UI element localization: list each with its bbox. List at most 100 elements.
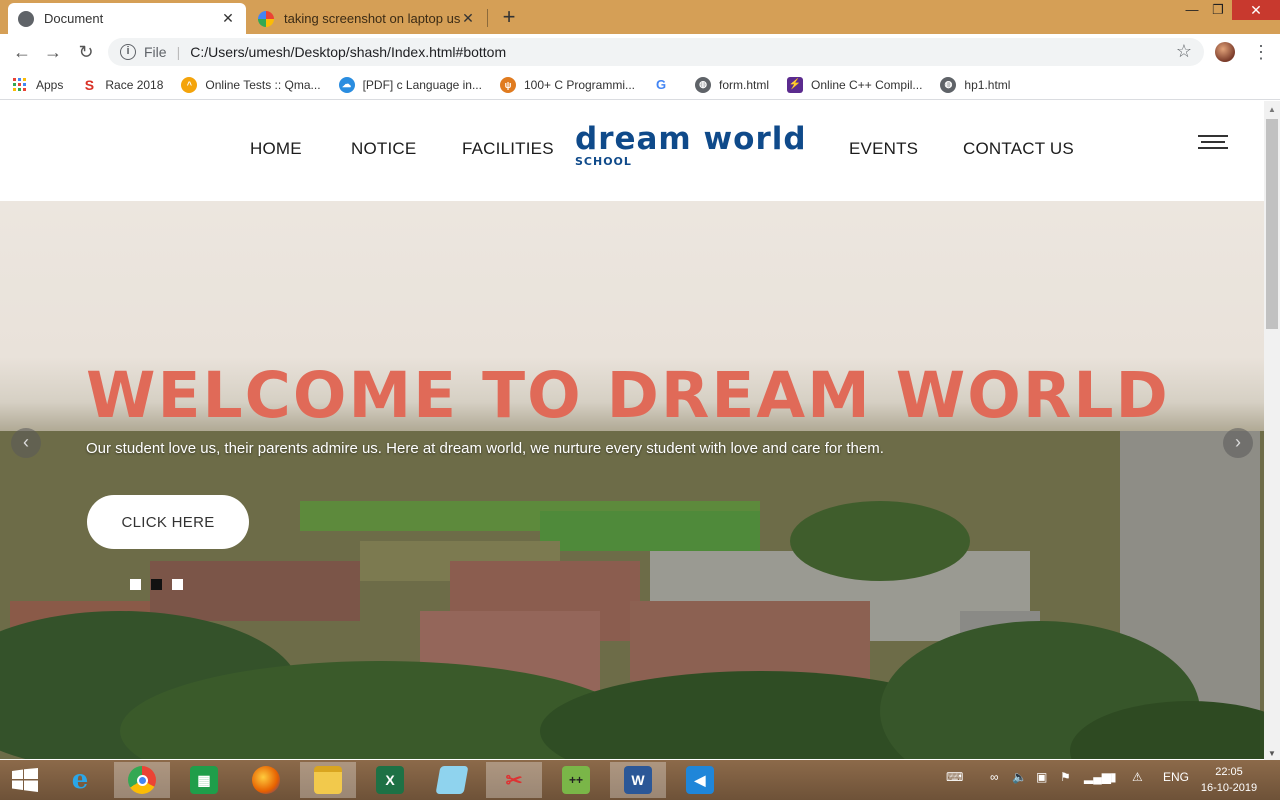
globe-icon: ◍ — [940, 76, 957, 93]
tab-separator — [487, 9, 488, 27]
taskbar-ie[interactable]: e — [52, 762, 108, 798]
click-here-button[interactable]: CLICK HERE — [87, 495, 249, 549]
slider-dot[interactable] — [130, 579, 141, 590]
windows-start-icon[interactable] — [12, 768, 38, 792]
bookmark-google[interactable]: G — [653, 77, 677, 93]
scroll-thumb[interactable] — [1266, 119, 1278, 329]
divider: | — [176, 44, 181, 60]
nav-facilities[interactable]: FACILITIES — [462, 139, 554, 159]
slider-next-icon[interactable]: › — [1223, 428, 1253, 458]
snipping-tool-icon: ✂ — [505, 769, 523, 792]
minimize-button[interactable]: — — [1178, 0, 1206, 22]
campus-aerial-image — [0, 431, 1264, 759]
nav-notice[interactable]: NOTICE — [351, 139, 416, 159]
new-tab-button[interactable]: + — [498, 5, 520, 29]
pdf-icon: ☁ — [338, 76, 355, 93]
taskbar-chrome[interactable] — [114, 762, 170, 798]
url-text[interactable]: C:/Users/umesh/Desktop/shash/Index.html#… — [190, 44, 506, 60]
tab-close-icon[interactable]: ✕ — [220, 10, 236, 27]
windows-taskbar: e ▦ X ✂ ++ W ◀ ⌨ ∞ 🔈 ▣ ⚑ ▂▄▆ ▮ ⚠ ENG 22:… — [0, 760, 1280, 800]
nav-home[interactable]: HOME — [250, 139, 302, 159]
system-clock[interactable]: 22:05 16-10-2019 — [1196, 764, 1262, 796]
taskbar-file-explorer[interactable] — [300, 762, 356, 798]
flag-icon[interactable]: ⚑ — [1060, 770, 1071, 784]
chrome-icon — [128, 766, 156, 794]
signal-icon[interactable]: ▂▄▆ — [1084, 770, 1111, 784]
battery-icon[interactable]: ▮ — [1110, 770, 1117, 784]
scroll-down-icon[interactable]: ▼ — [1268, 749, 1276, 758]
taskbar-code-editor[interactable]: ++ — [548, 762, 604, 798]
apps-grid-icon — [12, 77, 28, 93]
site-header: HOME NOTICE FACILITIES dream world SCHOO… — [0, 101, 1264, 201]
tab-screenshot-search[interactable]: taking screenshot on laptop usin ✕ — [248, 3, 486, 34]
c-programs-icon: ψ — [499, 76, 516, 93]
reload-icon[interactable]: ↻ — [73, 40, 99, 64]
tab-close-icon[interactable]: ✕ — [460, 10, 476, 27]
clock-date: 16-10-2019 — [1200, 782, 1258, 794]
bookmark-online-tests[interactable]: ^ Online Tests :: Qma... — [181, 76, 321, 93]
clock-time: 22:05 — [1215, 766, 1243, 778]
bookmark-label: form.html — [719, 77, 770, 92]
taskbar-store[interactable]: ▦ — [176, 762, 232, 798]
tab-title: Document — [44, 11, 104, 26]
taskbar-excel[interactable]: X — [362, 762, 418, 798]
keyboard-icon[interactable]: ⌨ — [946, 770, 963, 784]
taskbar-vscode[interactable]: ◀ — [672, 762, 728, 798]
bookmark-apps[interactable]: Apps — [12, 77, 63, 93]
scroll-up-icon[interactable]: ▲ — [1268, 105, 1276, 114]
link-icon[interactable]: ∞ — [990, 770, 999, 784]
language-indicator[interactable]: ENG — [1163, 770, 1189, 784]
slider-dot-active[interactable] — [151, 579, 162, 590]
hero-subtitle: Our student love us, their parents admir… — [86, 440, 884, 457]
warning-icon[interactable]: ⚠ — [1132, 770, 1143, 784]
school-logo[interactable]: dream world SCHOOL — [575, 123, 820, 173]
menu-dots-icon[interactable]: ⋮ — [1252, 40, 1270, 64]
bookmarks-bar: Apps S Race 2018 ^ Online Tests :: Qma..… — [0, 70, 1280, 100]
bookmark-star-icon[interactable]: ☆ — [1176, 41, 1192, 62]
store-icon: ▦ — [190, 766, 218, 794]
forward-icon[interactable]: → — [40, 40, 66, 64]
slider-dots — [130, 579, 193, 590]
bookmark-race-2018[interactable]: S Race 2018 — [81, 76, 164, 93]
maximize-button[interactable]: ❐ — [1204, 0, 1232, 22]
globe-icon — [18, 10, 34, 27]
slider-dot[interactable] — [172, 579, 183, 590]
address-bar[interactable]: i File | C:/Users/umesh/Desktop/shash/In… — [108, 38, 1204, 66]
network-icon[interactable]: ▣ — [1036, 770, 1047, 784]
back-icon[interactable]: ← — [9, 40, 35, 64]
slider-prev-icon[interactable]: ‹ — [11, 428, 41, 458]
info-icon[interactable]: i — [120, 44, 136, 60]
race-s-icon: S — [84, 76, 95, 93]
taskbar-snipping-tool[interactable]: ✂ — [486, 762, 542, 798]
bookmark-label: [PDF] c Language in... — [362, 77, 482, 92]
internet-explorer-icon: e — [71, 765, 89, 795]
scheme-label: File — [144, 44, 167, 60]
volume-icon[interactable]: 🔈 — [1012, 770, 1027, 784]
google-icon — [258, 10, 274, 27]
tab-title: taking screenshot on laptop usin — [284, 11, 460, 26]
vscode-icon: ◀ — [686, 766, 714, 794]
page-scrollbar[interactable]: ▲ ▼ — [1264, 101, 1280, 760]
bookmark-label: Apps — [36, 77, 64, 92]
code-editor-icon: ++ — [562, 766, 590, 794]
bookmark-online-cpp-compiler[interactable]: ⚡ Online C++ Compil... — [787, 76, 922, 93]
bookmark-form-html[interactable]: ◍ form.html — [695, 76, 770, 93]
taskbar-notepad[interactable] — [424, 762, 480, 798]
tab-document[interactable]: Document ✕ — [8, 3, 246, 34]
taskbar-firefox[interactable] — [238, 762, 294, 798]
nav-contact-us[interactable]: CONTACT US — [963, 139, 1074, 159]
qmarks-icon: ^ — [181, 76, 198, 93]
bookmark-label: Online Tests :: Qma... — [205, 77, 321, 92]
notepad-icon — [435, 766, 469, 794]
hamburger-menu-icon[interactable] — [1198, 135, 1228, 149]
firefox-icon — [252, 766, 280, 794]
nav-events[interactable]: EVENTS — [849, 139, 918, 159]
taskbar-word[interactable]: W — [610, 762, 666, 798]
bookmark-c-programs[interactable]: ψ 100+ C Programmi... — [499, 76, 635, 93]
bookmark-hp1-html[interactable]: ◍ hp1.html — [940, 76, 1010, 93]
bookmark-label: Race 2018 — [105, 77, 164, 92]
bookmark-pdf-c-language[interactable]: ☁ [PDF] c Language in... — [338, 76, 482, 93]
window-close-button[interactable]: ✕ — [1232, 0, 1280, 20]
profile-avatar[interactable] — [1215, 42, 1235, 62]
file-explorer-icon — [314, 766, 342, 794]
